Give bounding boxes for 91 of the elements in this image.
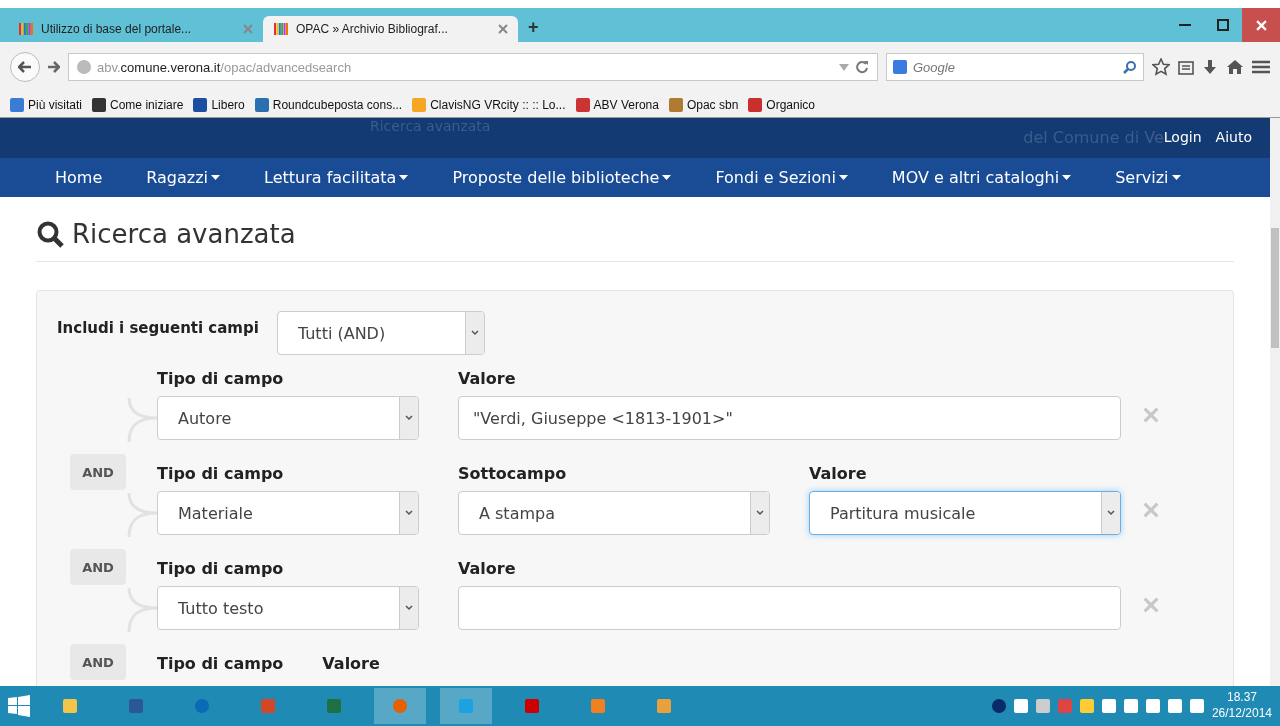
nav-menu-item[interactable]: Fondi e Sezioni (715, 168, 848, 187)
back-button[interactable] (10, 52, 40, 82)
operator-label: AND (70, 549, 126, 585)
scrollbar-thumb[interactable] (1271, 228, 1279, 348)
clock-date: 26/12/2014 (1211, 706, 1272, 722)
include-label: Includi i seguenti campi (57, 318, 259, 337)
bookmark-link[interactable]: Roundcubeposta cons... (254, 97, 403, 112)
new-tab-button[interactable]: + (518, 17, 549, 42)
browser-tab[interactable]: OPAC » Archivio Bibliograf... (263, 16, 518, 42)
close-icon (1255, 19, 1267, 31)
close-icon (1143, 502, 1159, 518)
star-icon[interactable] (1152, 58, 1170, 76)
field-type-select[interactable]: Tutto testo (157, 586, 419, 630)
value-input[interactable]: "Verdi, Giuseppe <1813-1901>" (458, 396, 1121, 440)
bookmark-link[interactable]: Più visitati (10, 97, 83, 112)
remove-button[interactable] (1141, 405, 1161, 425)
menu-icon[interactable] (1252, 60, 1270, 74)
remove-button[interactable] (1141, 595, 1161, 615)
operator-label: AND (70, 644, 126, 680)
chevron-down-icon (405, 510, 413, 516)
connector-drawing (127, 492, 158, 538)
close-icon (1143, 407, 1159, 423)
caret-icon (1062, 175, 1072, 180)
field-label: Valore (458, 369, 517, 388)
book-stack-icon (18, 21, 34, 37)
chevron-down-icon (405, 605, 413, 611)
field-label: Tipo di campo (157, 654, 284, 673)
field-label: Valore (458, 559, 517, 578)
value-select[interactable]: Partitura musicale (809, 491, 1121, 535)
search-icon (1123, 60, 1137, 74)
field-label: Tipo di campo (157, 464, 285, 483)
reload-icon[interactable] (855, 60, 869, 74)
minimize-icon (1179, 23, 1191, 27)
caret-icon (838, 175, 848, 180)
nav-menu-item[interactable]: Home (55, 168, 103, 187)
bookmark-link[interactable]: Come iniziare (92, 97, 184, 112)
nav-menu-item[interactable]: Servizi (1115, 168, 1181, 187)
taskbar-button[interactable] (440, 688, 492, 724)
search-field[interactable]: Google (886, 53, 1144, 81)
field-type-select[interactable]: Autore (157, 396, 419, 440)
caret-icon (211, 175, 221, 180)
field-type-select[interactable]: Materiale (157, 491, 419, 535)
close-icon (1143, 597, 1159, 613)
book-stack-icon (273, 21, 289, 37)
field-label: Sottocampo (458, 464, 568, 483)
bookmark-link[interactable]: Organico (748, 97, 815, 112)
chevron-down-icon (405, 415, 413, 421)
nav-menu-item[interactable]: Ragazzi (146, 168, 221, 187)
chevron-down-icon (756, 510, 764, 516)
close-icon (498, 24, 508, 34)
bookmark-link[interactable]: Libero (193, 97, 245, 112)
chevron-down-icon (1107, 510, 1115, 516)
caret-icon (399, 175, 409, 180)
close-button[interactable] (1242, 8, 1280, 42)
search-icon (36, 220, 64, 248)
nav-menu-item[interactable]: MOV e altri cataloghi (891, 168, 1072, 187)
maximize-icon (1217, 19, 1229, 31)
close-icon (243, 24, 253, 34)
remove-button[interactable] (1141, 500, 1161, 520)
field-label: Tipo di campo (157, 369, 285, 388)
operator-label: AND (70, 454, 126, 490)
windows-logo-icon[interactable] (8, 695, 30, 717)
header-link[interactable]: Aiuto (1215, 129, 1252, 145)
page-title: Ricerca avanzata (72, 219, 296, 249)
header-link[interactable]: Login (1163, 129, 1202, 145)
bookmark-link[interactable]: Opac sbn (668, 97, 739, 112)
download-icon[interactable] (1202, 59, 1218, 75)
field-label: Tipo di campo (157, 559, 285, 578)
browser-tab[interactable]: Utilizzo di base del portale... (8, 16, 263, 42)
address-bar[interactable]: abv.comune.verona.it/opac/advancedsearch (68, 53, 878, 81)
connector-drawing (127, 397, 158, 443)
field-label: Valore (809, 464, 868, 483)
dropdown-triangle-icon (839, 63, 849, 71)
caret-icon (662, 175, 672, 180)
connector-drawing (127, 587, 158, 633)
caret-icon (1171, 175, 1181, 180)
back-arrow-icon (18, 61, 32, 73)
reading-list-icon[interactable] (1178, 59, 1194, 75)
value-input[interactable] (458, 586, 1121, 630)
nav-menu-item[interactable]: Proposte delle biblioteche (452, 168, 672, 187)
value-select[interactable]: A stampa (458, 491, 770, 535)
clock-time: 18.37 (1226, 690, 1257, 706)
field-label: Valore (322, 654, 380, 673)
bookmark-link[interactable]: ABV Verona (575, 97, 659, 112)
home-icon[interactable] (1226, 59, 1244, 75)
forward-arrow-icon[interactable] (48, 61, 60, 73)
taskbar-button[interactable] (374, 688, 426, 724)
bookmark-link[interactable]: ClavisNG VRcity :: :: Lo... (412, 97, 566, 112)
include-select[interactable]: Tutti (AND) (276, 311, 485, 355)
nav-menu-item[interactable]: Lettura facilitata (264, 168, 409, 187)
chevron-down-icon (470, 330, 479, 336)
